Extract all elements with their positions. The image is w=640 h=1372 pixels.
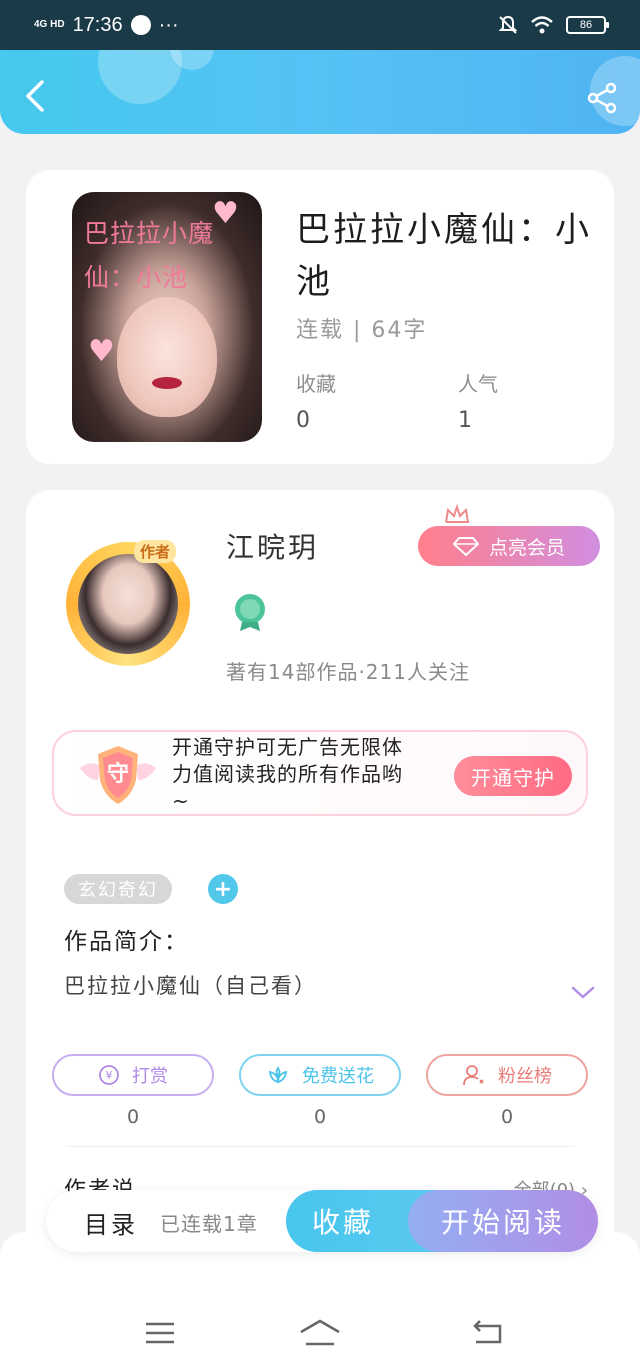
yen-coin-icon: ¥	[99, 1065, 119, 1085]
tip-count: 0	[126, 1106, 140, 1128]
diamond-icon	[452, 537, 479, 556]
guard-banner[interactable]: 守 开通守护可无广告无限体力值阅读我的所有作品哟~ 开通守护	[52, 730, 588, 816]
more-indicator: ···	[158, 13, 179, 36]
system-nav-bar	[0, 1232, 640, 1372]
heart-icon: ♥	[212, 196, 239, 231]
bottom-action-bar: 目录 已连载1章 收藏 开始阅读	[46, 1190, 598, 1252]
author-works-info: 著有14部作品·211人关注	[226, 660, 470, 684]
fan-user-icon	[463, 1065, 484, 1086]
home-icon[interactable]	[298, 1318, 342, 1348]
book-status: 连载 | 64字	[296, 318, 428, 343]
free-flower-button[interactable]: 免费送花	[239, 1054, 401, 1096]
avatar	[78, 554, 178, 654]
catalog-button[interactable]: 目录	[84, 1205, 138, 1240]
genre-tag[interactable]: 玄幻奇幻	[64, 874, 172, 904]
book-title: 巴拉拉小魔仙：小池	[296, 210, 592, 302]
back-icon[interactable]	[470, 1318, 506, 1348]
battery-icon: 86	[566, 16, 609, 34]
back-button[interactable]	[20, 78, 50, 114]
wifi-icon	[531, 16, 553, 34]
network-indicator: 4G HD	[34, 19, 65, 30]
menu-icon[interactable]	[142, 1318, 178, 1348]
fan-count: 0	[500, 1106, 514, 1128]
fan-ranking-button[interactable]: 粉丝榜	[426, 1054, 588, 1096]
open-guard-button[interactable]: 开通守护	[454, 756, 572, 796]
author-badge: 作者	[134, 540, 177, 563]
svg-text:¥: ¥	[106, 1069, 113, 1082]
stat-value-popularity: 1	[458, 408, 472, 433]
add-tag-button[interactable]: +	[208, 874, 238, 904]
status-bar: 4G HD 17:36 ··· 86	[0, 0, 640, 50]
author-name[interactable]: 江晥玥	[226, 526, 319, 566]
guard-badge-text: 守	[107, 762, 130, 787]
intro-text: 巴拉拉小魔仙（自己看）	[64, 974, 317, 998]
stat-label-popularity: 人气	[458, 372, 498, 396]
author-avatar[interactable]: 作者	[56, 532, 206, 682]
crown-icon	[445, 504, 470, 523]
flower-icon	[268, 1066, 288, 1084]
book-cover[interactable]: 巴拉拉小魔 仙：小池 ♥ ♥	[72, 192, 262, 442]
chapters-count: 已连载1章	[160, 1212, 258, 1236]
vip-button[interactable]: 点亮会员	[418, 526, 600, 566]
cover-title-line2: 仙：小池	[84, 263, 189, 292]
medal-icon	[235, 594, 265, 631]
guard-description: 开通守护可无广告无限体力值阅读我的所有作品哟~	[172, 735, 403, 813]
divider	[66, 1146, 574, 1147]
tip-button[interactable]: ¥ 打赏	[52, 1054, 214, 1096]
cover-portrait	[117, 297, 217, 417]
heart-icon: ♥	[88, 334, 115, 369]
flower-count: 0	[313, 1106, 327, 1128]
intro-heading: 作品简介：	[64, 929, 189, 955]
share-icon[interactable]	[586, 82, 618, 114]
chevron-down-icon[interactable]	[570, 984, 596, 1002]
author-card: 作者 江晥玥 点亮会员 著有14部作品·211人关注 守 开通守护可无广告无限体…	[26, 490, 614, 1250]
start-reading-button[interactable]: 开始阅读	[408, 1190, 598, 1252]
mute-bell-icon	[498, 15, 518, 34]
cover-title-line1: 巴拉拉小魔	[84, 219, 215, 248]
stat-value-collect: 0	[296, 408, 310, 433]
notification-icon	[130, 15, 151, 35]
top-header	[0, 50, 640, 134]
status-time: 17:36	[72, 13, 123, 36]
book-info-card: 巴拉拉小魔 仙：小池 ♥ ♥ 巴拉拉小魔仙：小池 连载 | 64字 收藏 0 人…	[26, 170, 614, 464]
stat-label-collect: 收藏	[296, 372, 336, 396]
